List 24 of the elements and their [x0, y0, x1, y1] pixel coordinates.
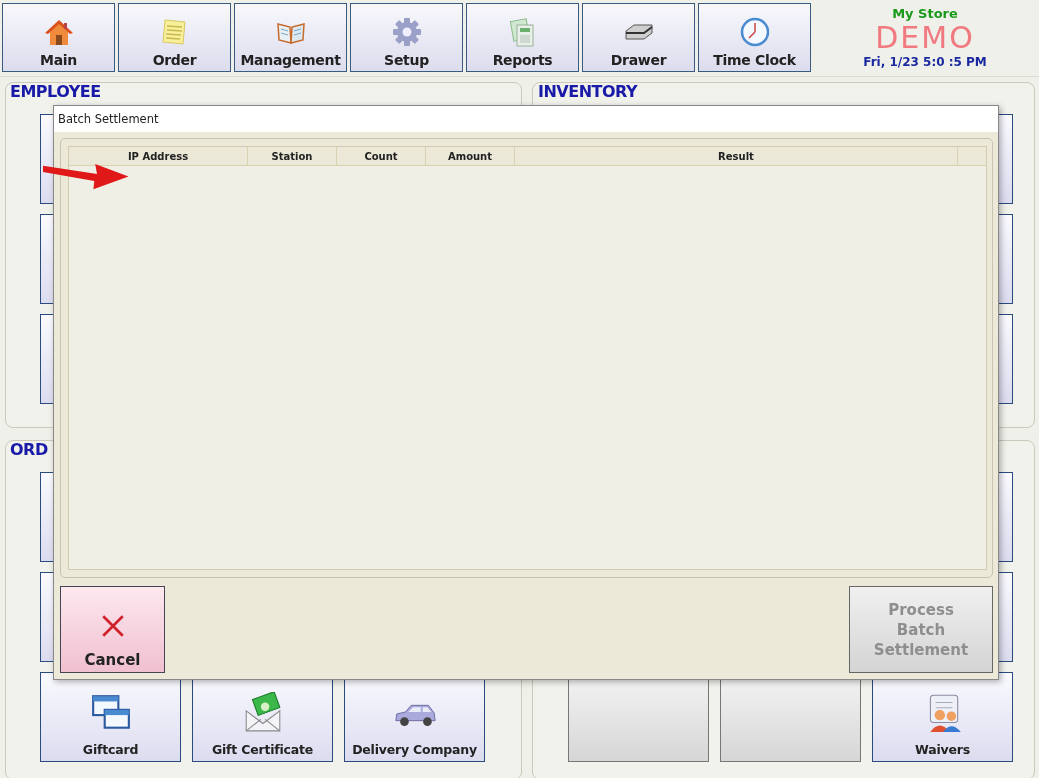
- column-header[interactable]: IP Address: [69, 147, 248, 165]
- column-header[interactable]: Count: [337, 147, 426, 165]
- toolbar-button[interactable]: Reports: [466, 3, 579, 72]
- panel-title: EMPLOYEE: [10, 82, 101, 101]
- toolbar-button[interactable]: Time Clock: [698, 3, 811, 72]
- dialog-title: Batch Settlement: [58, 112, 159, 126]
- panel-title: INVENTORY: [538, 82, 638, 101]
- clock-icon: [738, 16, 771, 48]
- panel-title: ORD: [10, 440, 48, 459]
- toolbar-button[interactable]: Setup: [350, 3, 463, 72]
- tile-button[interactable]: Waivers: [872, 672, 1013, 762]
- tile-button[interactable]: Giftcard: [40, 672, 181, 762]
- toolbar-button[interactable]: Main: [2, 3, 115, 72]
- toolbar-button[interactable]: Order: [118, 3, 231, 72]
- column-header[interactable]: Amount: [426, 147, 515, 165]
- toolbar-button[interactable]: Drawer: [582, 3, 695, 72]
- demo-label: DEMO: [875, 23, 975, 53]
- column-header[interactable]: Result: [515, 147, 958, 165]
- store-name: My Store: [892, 6, 958, 21]
- date-time: Fri, 1/23 5:0 :5 PM: [863, 55, 987, 69]
- cancel-button[interactable]: Cancel: [60, 586, 165, 673]
- column-header[interactable]: Station: [248, 147, 337, 165]
- gear-icon: [390, 16, 423, 48]
- toolbar-button[interactable]: Management: [234, 3, 347, 72]
